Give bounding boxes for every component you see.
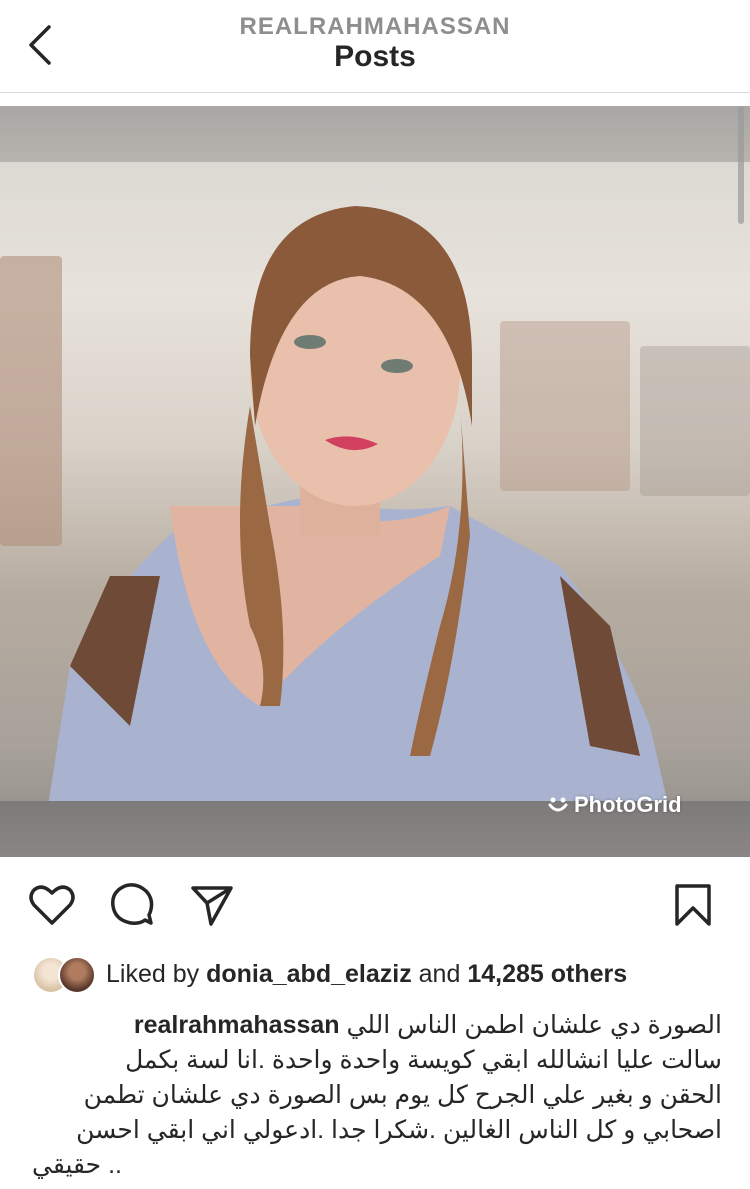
photogrid-watermark: PhotoGrid xyxy=(548,792,682,818)
bookmark-icon xyxy=(675,884,711,926)
heart-icon xyxy=(29,885,75,925)
account-username: REALRAHMAHASSAN xyxy=(239,13,511,40)
liked-by-label: Liked by xyxy=(106,959,200,988)
top-bar: REALRAHMAHASSAN Posts xyxy=(0,0,750,93)
liker-avatars xyxy=(32,954,96,994)
page-title: Posts xyxy=(334,40,416,73)
scrollbar[interactable] xyxy=(738,106,744,224)
caption-line: سالت عليا انشالله ابقي كويسة واحدة واحدة… xyxy=(125,1046,722,1074)
post-caption: الصورة دي علشان اطمن الناس اللي realrahm… xyxy=(32,1008,722,1183)
caption-line: اصحابي و كل الناس الغالين .شكرا جدا .ادع… xyxy=(76,1116,722,1144)
save-button[interactable] xyxy=(668,880,718,930)
like-button[interactable] xyxy=(27,880,77,930)
watermark-text: PhotoGrid xyxy=(574,792,682,817)
share-button[interactable] xyxy=(187,880,237,930)
caption-line: حقيقي .. xyxy=(32,1151,122,1179)
portrait-figure xyxy=(40,206,680,857)
smile-icon xyxy=(548,797,568,812)
comment-button[interactable] xyxy=(107,880,157,930)
likes-and-label: and xyxy=(418,959,461,988)
post-actions xyxy=(0,868,750,942)
share-icon xyxy=(191,886,233,926)
caption-line: الصورة دي علشان اطمن الناس اللي realrahm… xyxy=(133,1011,722,1039)
comment-icon xyxy=(111,883,154,925)
likes-count[interactable]: 14,285 others xyxy=(467,960,627,989)
post-image[interactable]: PhotoGrid xyxy=(0,106,750,857)
caption-username[interactable]: realrahmahassan xyxy=(134,1011,340,1039)
likes-summary[interactable]: Liked by donia_abd_elaziz and 14,285 oth… xyxy=(32,952,627,996)
avatar xyxy=(58,956,96,994)
liker-username[interactable]: donia_abd_elaziz xyxy=(206,960,412,989)
caption-line: الحقن و بغير علي الجرح كل يوم بس الصورة … xyxy=(83,1081,722,1109)
